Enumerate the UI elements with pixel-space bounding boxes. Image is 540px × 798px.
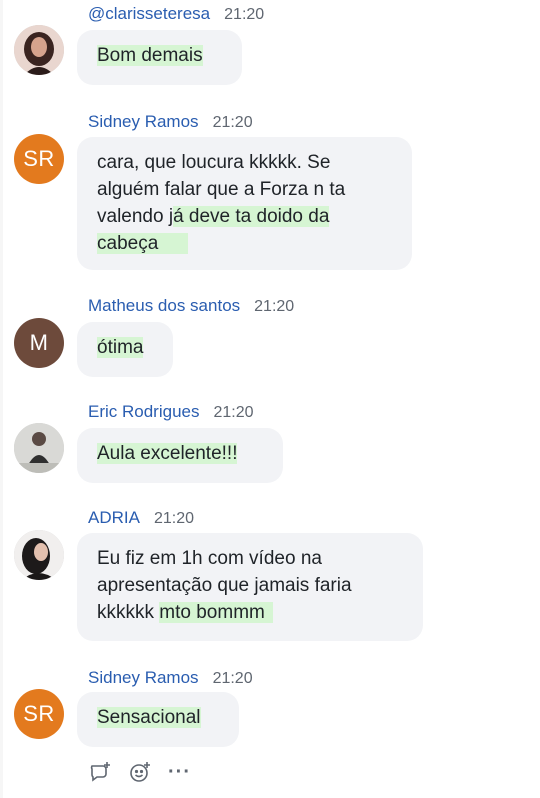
message-bubble[interactable]: ótima [77, 322, 173, 377]
message-line: Eu fiz em 1h com vídeo na [97, 548, 322, 569]
author-name[interactable]: Matheus dos santos [88, 296, 240, 316]
author-name[interactable]: Sidney Ramos [88, 668, 199, 688]
add-emoji-button[interactable] [128, 760, 152, 784]
user-photo-avatar-icon [14, 423, 64, 473]
user-photo-avatar-icon [14, 530, 64, 580]
reply-thread-button[interactable] [88, 760, 112, 784]
left-edge [0, 0, 3, 798]
message-bubble[interactable]: Bom demais [77, 30, 242, 85]
avatar[interactable]: M [14, 318, 64, 368]
message-bubble[interactable]: Eu fiz em 1h com vídeo na apresentação q… [77, 533, 423, 641]
more-options-icon: ··· [168, 760, 191, 783]
highlighted-text: Bom demais [97, 45, 203, 66]
message-header: @clarisseteresa 21:20 [88, 4, 264, 26]
highlighted-text: mto bommm [159, 602, 273, 623]
avatar[interactable] [14, 25, 64, 75]
avatar[interactable] [14, 423, 64, 473]
message-header: Matheus dos santos 21:20 [88, 296, 294, 318]
avatar[interactable]: SR [14, 689, 64, 739]
message-line: alguém falar que a Forza n ta [97, 179, 346, 200]
highlighted-text: ótima [97, 337, 144, 358]
author-name[interactable]: @clarisseteresa [88, 4, 210, 24]
message-actions: ··· [88, 760, 191, 784]
message-time: 21:20 [212, 670, 253, 687]
avatar-initials: SR [23, 146, 55, 171]
highlighted-text: á deve ta doido da [173, 206, 330, 227]
highlighted-text: Sensacional [97, 707, 201, 728]
message-time: 21:20 [224, 6, 265, 23]
message-header: ADRIA 21:20 [88, 508, 194, 530]
message-time: 21:20 [213, 404, 254, 421]
message-line: kkkkkk mto bommm [97, 599, 403, 626]
message-header: Sidney Ramos 21:20 [88, 668, 253, 690]
message-bubble[interactable]: Aula excelente!!! [77, 428, 283, 483]
message-time: 21:20 [153, 510, 195, 527]
message-header: Eric Rodrigues 21:20 [88, 402, 254, 424]
highlighted-text: cabeça [97, 233, 189, 254]
message-line: cabeça [97, 230, 392, 257]
more-options-button[interactable]: ··· [168, 761, 191, 784]
message-time: 21:20 [254, 298, 295, 315]
avatar-initials: SR [23, 701, 55, 726]
author-name[interactable]: Eric Rodrigues [88, 402, 200, 422]
avatar[interactable]: SR [14, 134, 64, 184]
user-photo-avatar-icon [14, 25, 64, 75]
message-bubble[interactable]: Sensacional [77, 692, 239, 747]
message-line: cara, que loucura kkkkk. Se [97, 152, 331, 173]
author-name[interactable]: Sidney Ramos [88, 112, 199, 132]
avatar-initials: M [29, 330, 49, 355]
author-name[interactable]: ADRIA [88, 508, 140, 528]
add-emoji-icon [130, 762, 150, 782]
message-header: Sidney Ramos 21:20 [88, 112, 253, 134]
highlighted-text: Aula excelente!!! [97, 443, 238, 464]
message-bubble[interactable]: cara, que loucura kkkkk. Se alguém falar… [77, 137, 412, 270]
message-line: valendo já deve ta doido da [97, 206, 330, 227]
avatar[interactable] [14, 530, 64, 580]
message-time: 21:20 [212, 114, 253, 131]
reply-thread-icon [90, 762, 110, 782]
message-line: apresentação que jamais faria [97, 575, 352, 596]
